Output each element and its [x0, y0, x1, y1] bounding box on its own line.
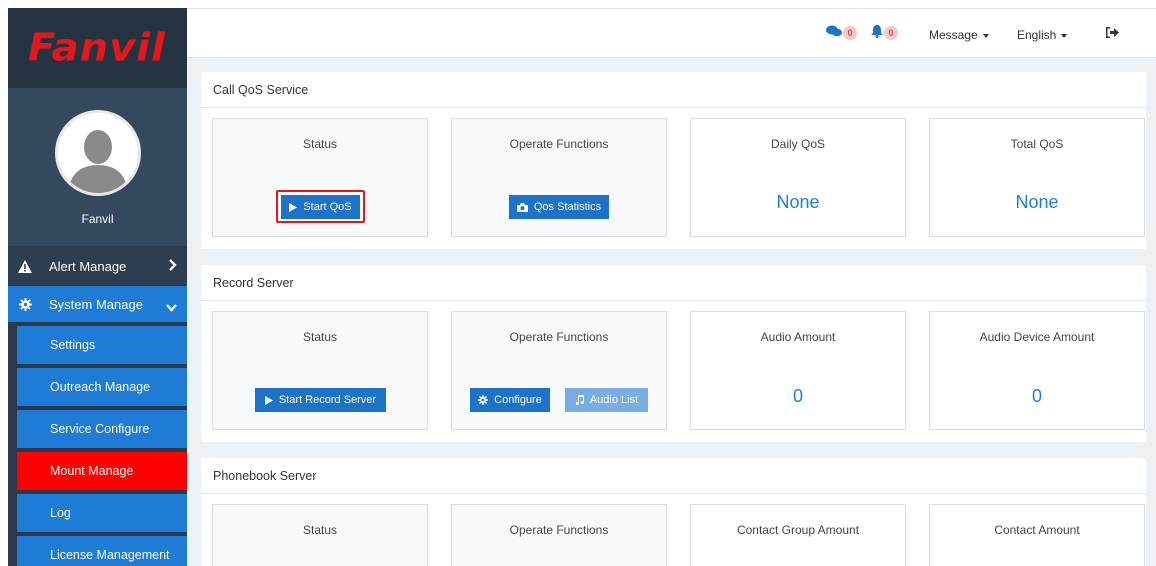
caret-down-icon	[982, 33, 989, 38]
play-icon	[289, 202, 298, 212]
card-title: Status	[302, 137, 338, 151]
card-title: Status	[302, 330, 338, 344]
camera-icon	[516, 202, 528, 212]
start-qos-button[interactable]: Start QoS	[281, 195, 360, 219]
total-qos-card: Total QoS None	[929, 118, 1145, 237]
comments-icon	[826, 25, 842, 40]
total-qos-value: None	[1015, 192, 1059, 212]
sidebar-item-label: Alert Manage	[49, 258, 127, 274]
profile-name: Fanvil	[81, 212, 114, 226]
card-title: Operate Functions	[509, 523, 609, 537]
card-title: Total QoS	[1010, 137, 1064, 151]
avatar[interactable]	[54, 110, 141, 196]
top-bar: 0 0 Message English	[187, 8, 1156, 58]
warning-icon	[17, 259, 33, 273]
card-title: Status	[302, 523, 338, 537]
call-qos-section: Call QoS Service Status Start QoS Operat…	[201, 72, 1146, 249]
gear-icon	[478, 395, 489, 405]
section-title: Call QoS Service	[201, 72, 1146, 108]
chevron-right-icon	[169, 259, 177, 274]
sidebar-item-service-configure[interactable]: Service Configure	[17, 410, 187, 448]
language-dropdown[interactable]: English	[1017, 28, 1068, 42]
card-title: Daily QoS	[770, 137, 826, 151]
audio-device-amount-card: Audio Device Amount 0	[929, 311, 1145, 430]
qos-operate-card: Operate Functions Qos Statistics	[451, 118, 667, 237]
fanvil-logo: Fanvil	[28, 26, 166, 70]
card-title: Operate Functions	[509, 137, 609, 151]
sidebar-item-mount-manage[interactable]: Mount Manage	[17, 452, 187, 490]
sign-out-icon	[1105, 27, 1120, 42]
audio-amount-value: 0	[792, 386, 803, 406]
contact-amount-card: Contact Amount	[929, 504, 1145, 566]
chevron-down-icon	[166, 300, 177, 315]
gear-icon	[17, 297, 33, 311]
audio-amount-card: Audio Amount 0	[690, 311, 906, 430]
record-status-card: Status Start Record Server	[212, 311, 428, 430]
sidebar-item-alert-manage[interactable]: Alert Manage	[8, 248, 187, 284]
card-title: Contact Group Amount	[736, 523, 860, 537]
sidebar-item-label: System Manage	[49, 296, 143, 312]
alert-notification[interactable]: 0	[871, 25, 898, 41]
sidebar: Fanvil Fanvil Alert Manage System Manage…	[8, 8, 187, 566]
sidebar-item-log[interactable]: Log	[17, 494, 187, 532]
card-title: Contact Amount	[994, 523, 1080, 537]
button-label: Configure	[494, 394, 542, 406]
qos-status-card: Status Start QoS	[212, 118, 428, 237]
logo-bar: Fanvil	[8, 8, 187, 88]
language-label: English	[1017, 28, 1057, 42]
button-label: Start QoS	[303, 201, 352, 213]
bell-icon	[871, 25, 883, 41]
caret-down-icon	[1061, 33, 1068, 38]
section-title: Phonebook Server	[201, 458, 1146, 494]
main-content: Call QoS Service Status Start QoS Operat…	[187, 58, 1156, 566]
message-dropdown[interactable]: Message	[929, 28, 989, 42]
section-title: Record Server	[201, 265, 1146, 301]
qos-statistics-button[interactable]: Qos Statistics	[509, 195, 609, 219]
card-title: Operate Functions	[509, 330, 609, 344]
sidebar-item-system-manage[interactable]: System Manage	[8, 286, 187, 322]
daily-qos-card: Daily QoS None	[690, 118, 906, 237]
button-label: Qos Statistics	[533, 201, 602, 213]
phonebook-server-section: Phonebook Server Status Operate Function…	[201, 458, 1146, 566]
phonebook-status-card: Status	[212, 504, 428, 566]
play-icon	[264, 395, 273, 405]
record-operate-card: Operate Functions Configure Audio List	[451, 311, 667, 430]
audio-device-amount-value: 0	[1031, 386, 1042, 406]
user-silhouette-icon	[57, 113, 138, 193]
configure-button[interactable]: Configure	[470, 388, 550, 412]
card-title: Audio Device Amount	[979, 330, 1095, 344]
chat-count-badge: 0	[843, 25, 857, 40]
bell-count-badge: 0	[884, 26, 898, 40]
sidebar-item-license-management[interactable]: License Management	[17, 536, 187, 566]
phonebook-operate-card: Operate Functions	[451, 504, 667, 566]
record-server-section: Record Server Status Start Record Server…	[201, 265, 1146, 442]
music-note-icon	[575, 395, 584, 405]
chat-notification[interactable]: 0	[826, 25, 857, 40]
contact-group-amount-card: Contact Group Amount	[690, 504, 906, 566]
sidebar-item-settings[interactable]: Settings	[17, 326, 187, 364]
audio-list-button[interactable]: Audio List	[565, 388, 648, 412]
button-label: Start Record Server	[278, 394, 377, 406]
logout-button[interactable]	[1105, 26, 1120, 42]
message-label: Message	[929, 28, 978, 42]
start-record-server-button[interactable]: Start Record Server	[255, 388, 386, 412]
daily-qos-value: None	[776, 192, 820, 212]
user-profile: Fanvil	[8, 88, 187, 246]
button-label: Audio List	[589, 394, 639, 406]
sidebar-item-outreach-manage[interactable]: Outreach Manage	[17, 368, 187, 406]
card-title: Audio Amount	[760, 330, 836, 344]
